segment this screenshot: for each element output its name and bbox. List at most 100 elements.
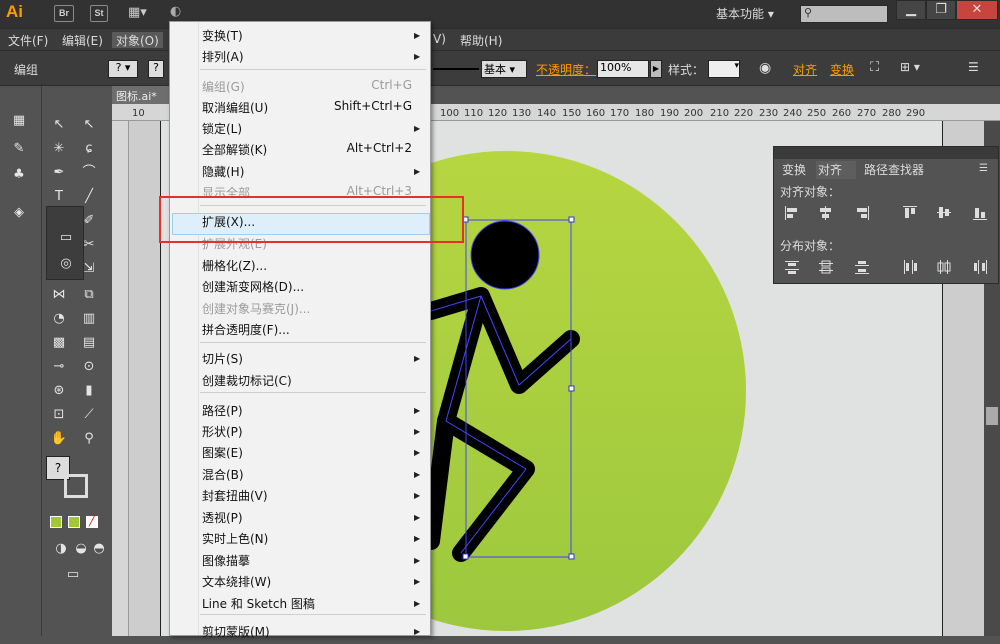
menu-item[interactable]: 图像描摹 ▶ (172, 550, 430, 571)
gradient-mode-icon[interactable] (68, 516, 80, 528)
align-top-icon[interactable] (902, 205, 918, 221)
column-graph-tool-icon[interactable]: ▮ (80, 382, 98, 400)
menu-item[interactable]: 封套扭曲(V) ▶ (172, 485, 430, 506)
draw-inside-icon[interactable]: ◓ (90, 540, 108, 558)
menu-item[interactable]: 剪切蒙版(M) ▶ (172, 621, 430, 642)
stroke-profile-select[interactable]: 基本 ▾ (481, 60, 527, 78)
stroke-swatch[interactable]: ? (148, 60, 164, 78)
menu-item[interactable]: Line 和 Sketch 图稿 ▶ (172, 593, 430, 614)
menu-item[interactable]: 隐藏(H) ▶ (172, 161, 430, 182)
tab-align[interactable]: 对齐 (816, 161, 856, 179)
bridge-button[interactable]: Br (54, 5, 74, 22)
distribute-right-icon[interactable] (972, 259, 988, 275)
transform-each-icon[interactable]: ⊞ ▾ (900, 60, 930, 78)
menu-item[interactable]: 拼合透明度(F)... (172, 319, 430, 340)
screen-mode-icon[interactable]: ▭ (64, 566, 82, 584)
distribute-hcenter-icon[interactable] (936, 259, 952, 275)
menu-item[interactable]: 创建裁切标记(C) (172, 370, 430, 391)
width-tool-icon[interactable]: ⋈ (50, 286, 68, 304)
menu-item[interactable]: 创建渐变网格(D)... (172, 276, 430, 297)
menu-item[interactable]: 栅格化(Z)... (172, 255, 430, 276)
align-bottom-icon[interactable] (972, 205, 988, 221)
workspace-switcher[interactable]: 基本功能 ▾ (716, 5, 796, 23)
blend-swatch-icon[interactable]: ◎ (57, 255, 75, 273)
menu-view[interactable]: V) (433, 32, 446, 48)
menu-item[interactable]: 实时上色(N) ▶ (172, 528, 430, 549)
hand-tool-icon[interactable]: ✋ (50, 430, 68, 448)
document-tab[interactable]: 图标.ai* (112, 86, 172, 104)
gradient-tool-icon[interactable]: ▤ (80, 334, 98, 352)
selection-tool-icon[interactable]: ↖ (50, 116, 68, 134)
scissors-tool-icon[interactable]: ✂ (80, 236, 98, 254)
menu-help[interactable]: 帮助(H) (460, 32, 502, 48)
menu-item[interactable]: 排列(A) ▶ (172, 46, 430, 67)
align-right-icon[interactable] (854, 205, 870, 221)
draw-behind-icon[interactable]: ◒ (72, 540, 90, 558)
tab-pathfinder[interactable]: 路径查找器 (864, 161, 924, 179)
menu-item[interactable]: 形状(P) ▶ (172, 421, 430, 442)
menu-item[interactable]: 图案(E) ▶ (172, 442, 430, 463)
scrollbar-thumb[interactable] (986, 407, 998, 425)
opacity-arrow-button[interactable]: ▶ (650, 60, 662, 78)
menu-item[interactable]: 切片(S) ▶ (172, 348, 430, 369)
curvature-tool-icon[interactable]: ⌒ (80, 164, 98, 182)
brushes-panel-icon[interactable]: ✎ (10, 140, 28, 158)
opacity-input[interactable]: 100% (597, 60, 649, 78)
type-tool-icon[interactable]: T (50, 188, 68, 206)
direct-selection-tool-icon[interactable]: ↖ (80, 116, 98, 134)
mesh-tool-icon[interactable]: ▩ (50, 334, 68, 352)
menu-object[interactable]: 对象(O) (112, 32, 163, 48)
distribute-bottom-icon[interactable] (854, 259, 870, 275)
menu-item[interactable]: 透视(P) ▶ (172, 507, 430, 528)
align-link[interactable]: 对齐 (793, 61, 817, 78)
graphic-style-select[interactable]: ▾ (708, 60, 740, 78)
symbols-panel-icon[interactable]: ♣ (10, 166, 28, 184)
align-hcenter-icon[interactable] (818, 205, 834, 221)
menu-edit[interactable]: 编辑(E) (62, 32, 103, 48)
minimize-button[interactable]: ▁ (896, 0, 926, 20)
layers-panel-icon[interactable]: ◈ (10, 204, 28, 222)
recolor-icon[interactable]: ◉ (759, 60, 775, 76)
distribute-top-icon[interactable] (784, 259, 800, 275)
color-mode-icon[interactable] (50, 516, 62, 528)
menu-item[interactable]: 文本绕排(W) ▶ (172, 571, 430, 592)
line-tool-icon[interactable]: ╱ (80, 188, 98, 206)
free-transform-tool-icon[interactable]: ⧉ (80, 286, 98, 304)
distribute-vcenter-icon[interactable] (818, 259, 834, 275)
stroke-color-icon[interactable] (64, 474, 88, 498)
draw-normal-icon[interactable]: ◑ (52, 540, 70, 558)
blend-tool-icon[interactable]: ⊙ (80, 358, 98, 376)
menu-item[interactable]: 路径(P) ▶ (172, 400, 430, 421)
tab-transform[interactable]: 变换 (782, 161, 806, 179)
slice-tool-icon[interactable]: ⟋ (80, 406, 98, 424)
magic-wand-tool-icon[interactable]: ✳ (50, 140, 68, 158)
transform-link[interactable]: 变换 (830, 61, 854, 78)
gpu-icon[interactable]: ◐ (170, 4, 190, 22)
zoom-tool-icon[interactable]: ⚲ (80, 430, 98, 448)
symbol-sprayer-tool-icon[interactable]: ⊛ (50, 382, 68, 400)
artboard-tool-icon[interactable]: ⊡ (50, 406, 68, 424)
search-input[interactable]: ⚲ (800, 5, 888, 23)
distribute-left-icon[interactable] (902, 259, 918, 275)
none-mode-icon[interactable]: ╱ (86, 516, 98, 528)
eyedropper-tool-icon[interactable]: ⊸ (50, 358, 68, 376)
opacity-link[interactable]: 不透明度： (536, 61, 596, 78)
menu-item[interactable]: 混合(B) ▶ (172, 464, 430, 485)
restore-button[interactable]: ❐ (926, 0, 956, 20)
gradient-swatch-icon[interactable]: ▭ (57, 229, 75, 247)
panel-menu-icon[interactable]: ☰ (968, 60, 986, 78)
pen-tool-icon[interactable]: ✒ (50, 164, 68, 182)
scale-tool-icon[interactable]: ⇲ (80, 260, 98, 278)
menu-item[interactable]: 全部解锁(K) Alt+Ctrl+2 (172, 139, 430, 160)
close-button[interactable]: ✕ (956, 0, 998, 20)
lasso-tool-icon[interactable]: ɕ (80, 140, 98, 158)
isolate-icon[interactable]: ⛶ (870, 60, 888, 78)
menu-item[interactable]: 锁定(L) ▶ (172, 118, 430, 139)
fill-swatch[interactable]: ? ▾ (108, 60, 138, 78)
menu-file[interactable]: 文件(F) (8, 32, 48, 48)
stock-button[interactable]: St (90, 5, 108, 22)
panel-menu-icon[interactable]: ☰ (979, 163, 988, 174)
artboards-panel-icon[interactable]: ▦ (10, 112, 28, 130)
shape-builder-tool-icon[interactable]: ◔ (50, 310, 68, 328)
paintbrush-tool-icon[interactable]: ✐ (80, 212, 98, 230)
